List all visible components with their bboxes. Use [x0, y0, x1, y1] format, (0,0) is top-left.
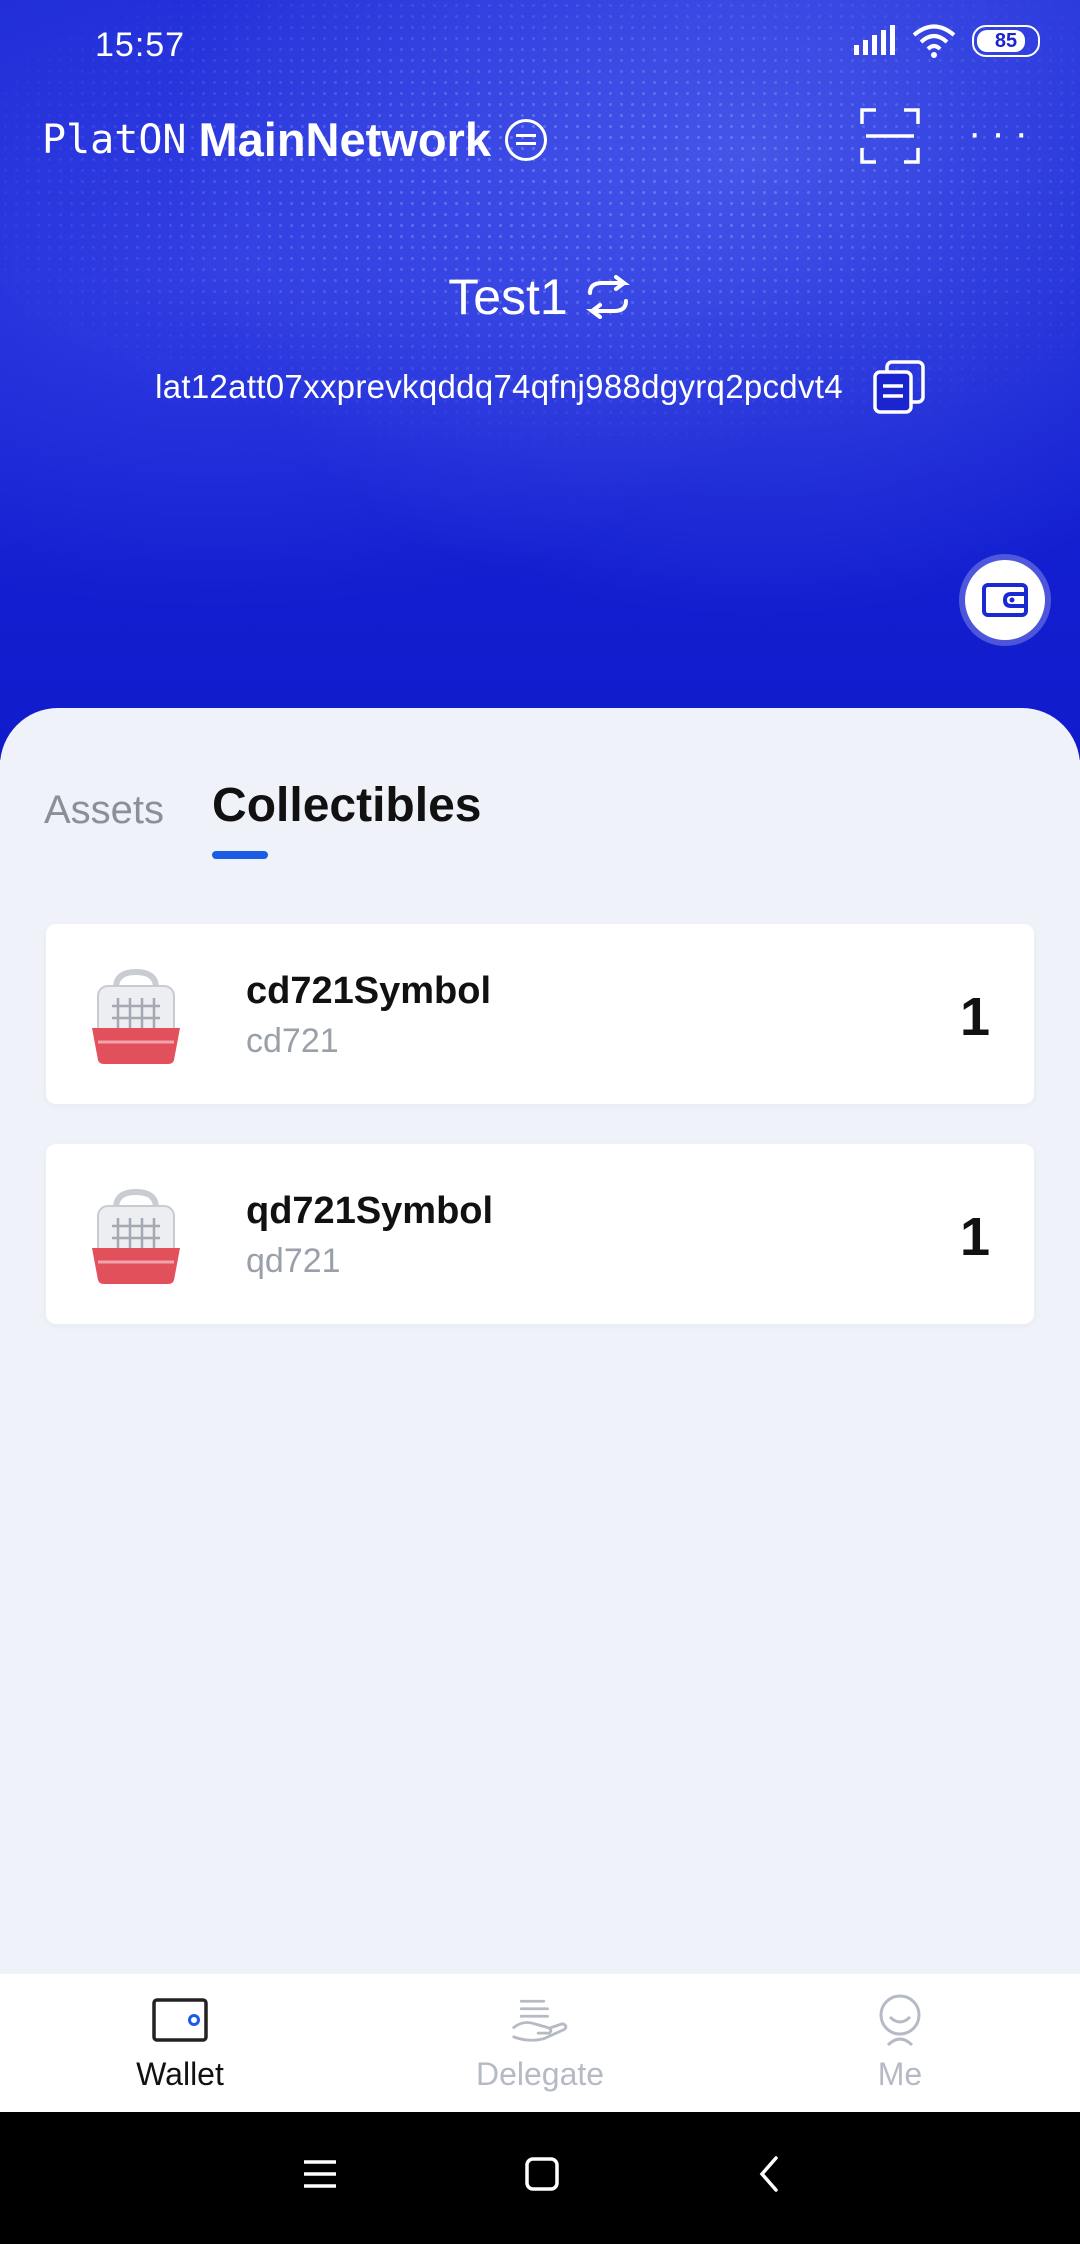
- nav-wallet-label: Wallet: [136, 2056, 224, 2092]
- more-options-icon[interactable]: ···: [968, 113, 1038, 153]
- delegate-icon: [512, 1999, 568, 2042]
- tab-assets[interactable]: Assets: [44, 788, 164, 833]
- asset-tabs: Assets Collectibles: [44, 778, 482, 859]
- collectible-count: 1: [959, 987, 990, 1047]
- tab-collectibles[interactable]: Collectibles: [212, 778, 482, 859]
- collectible-count: 1: [959, 1207, 990, 1267]
- status-icons: 85: [852, 24, 1040, 58]
- wallet-manage-button[interactable]: [965, 560, 1045, 640]
- menu-icon[interactable]: [302, 2154, 338, 2194]
- address-row: lat12att07xxprevkqddq74qfnj988dgyrq2pcdv…: [0, 360, 1080, 414]
- nav-delegate[interactable]: Delegate: [360, 1974, 720, 2112]
- collectible-name: cd721: [246, 1022, 339, 1060]
- network-name: MainNetwork: [198, 113, 492, 166]
- collectible-name: qd721: [246, 1242, 341, 1280]
- wallet-icon: [982, 583, 1028, 617]
- wallet-name: Test1: [448, 269, 568, 325]
- nav-me[interactable]: Me: [720, 1974, 1080, 2112]
- status-bar: 15:57 85: [0, 0, 1080, 90]
- wifi-icon: [912, 24, 956, 58]
- active-tab-indicator: [212, 851, 269, 859]
- wallet-icon: [152, 1998, 208, 2042]
- nav-wallet[interactable]: Wallet: [0, 1974, 360, 2112]
- switch-network-icon[interactable]: [505, 118, 547, 161]
- back-icon[interactable]: [754, 2154, 784, 2194]
- battery-level: 85: [994, 29, 1018, 52]
- collectible-card[interactable]: cd721Symbol cd721 1: [46, 924, 1034, 1104]
- nav-delegate-label: Delegate: [475, 2056, 605, 2092]
- wallet-header: 15:57 85 PlatON MainNetwork ··· Test1 la…: [0, 0, 1080, 760]
- network-selector[interactable]: PlatON MainNetwork: [42, 112, 547, 167]
- copy-icon[interactable]: [873, 360, 925, 414]
- bottom-tab-bar: Wallet Delegate Me: [0, 1974, 1080, 2112]
- pet-carrier-icon: [92, 968, 180, 1064]
- scan-icon[interactable]: [860, 108, 920, 164]
- home-icon[interactable]: [524, 2154, 560, 2194]
- nav-me-label: Me: [877, 2056, 923, 2092]
- pet-carrier-icon: [92, 1188, 180, 1284]
- assets-sheet: Assets Collectibles cd721Symbol cd721 1: [0, 708, 1080, 1974]
- collectible-symbol: qd721Symbol: [246, 1190, 494, 1232]
- collectible-card[interactable]: qd721Symbol qd721 1: [46, 1144, 1034, 1324]
- wallet-address: lat12att07xxprevkqddq74qfnj988dgyrq2pcdv…: [155, 368, 843, 405]
- tab-collectibles-label: Collectibles: [212, 779, 482, 832]
- signal-icon: [854, 25, 895, 55]
- system-navigation-bar: [0, 2112, 1080, 2244]
- status-time: 15:57: [95, 26, 186, 64]
- brand-logo: PlatON: [42, 116, 187, 163]
- wallet-switcher[interactable]: Test1: [0, 268, 1080, 326]
- battery-icon: 85: [972, 25, 1040, 57]
- profile-icon: [879, 1994, 921, 2047]
- switch-wallet-icon[interactable]: [584, 275, 632, 319]
- collectible-symbol: cd721Symbol: [246, 970, 491, 1012]
